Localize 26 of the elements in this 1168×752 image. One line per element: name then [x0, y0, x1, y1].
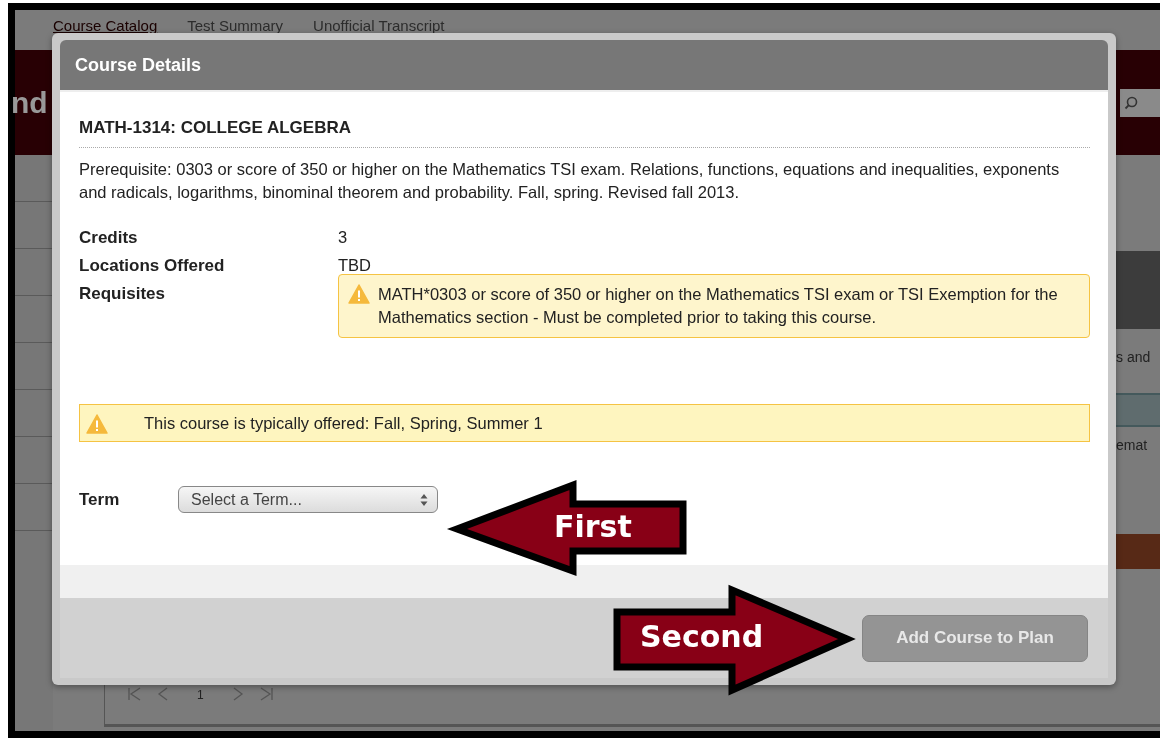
warning-icon	[86, 413, 108, 434]
background-text: emat	[1116, 436, 1149, 455]
search-icon	[1124, 95, 1138, 110]
page-heading: nd	[11, 85, 48, 120]
page-number[interactable]: 1	[197, 688, 204, 702]
alert-text: MATH*0303 or score of 350 or higher on the Mathematics TSI exam or TSI Exemption for the Mathematics section - Must be completed prior to taking this course.	[378, 284, 1058, 328]
detail-label: Requisites	[79, 284, 166, 304]
callout-label: Second	[640, 619, 764, 654]
term-label: Term	[79, 490, 121, 510]
detail-value: 3	[338, 228, 348, 247]
course-title: MATH-1314: COLLEGE ALGEBRA	[79, 118, 353, 138]
warning-icon	[348, 284, 370, 304]
dialog-title: Course Details	[75, 54, 202, 76]
term-select[interactable]: Select a Term...	[178, 486, 438, 513]
sort-arrows-icon	[420, 492, 428, 507]
search-field[interactable]	[1120, 88, 1160, 117]
detail-value: TBD	[338, 256, 371, 275]
background-bar	[1116, 393, 1160, 427]
callout-label: First	[554, 509, 632, 544]
detail-label: Credits	[79, 228, 139, 248]
detail-label: Locations Offered	[79, 256, 226, 276]
background-text: s and	[1116, 348, 1152, 367]
first-page-icon[interactable]	[127, 686, 143, 702]
notice-text: This course is typically offered: Fall, Spring, Summer 1	[144, 413, 543, 433]
course-description: Prerequisite: 0303 or score of 350 or higher on the Mathematics TSI exam. Relations, functions, equations and inequalities, exponents and radicals, logarithms, binominal theorem and probability. Fall, spring. Revised fall 2013.	[79, 159, 1061, 203]
background-bar	[1116, 534, 1160, 569]
